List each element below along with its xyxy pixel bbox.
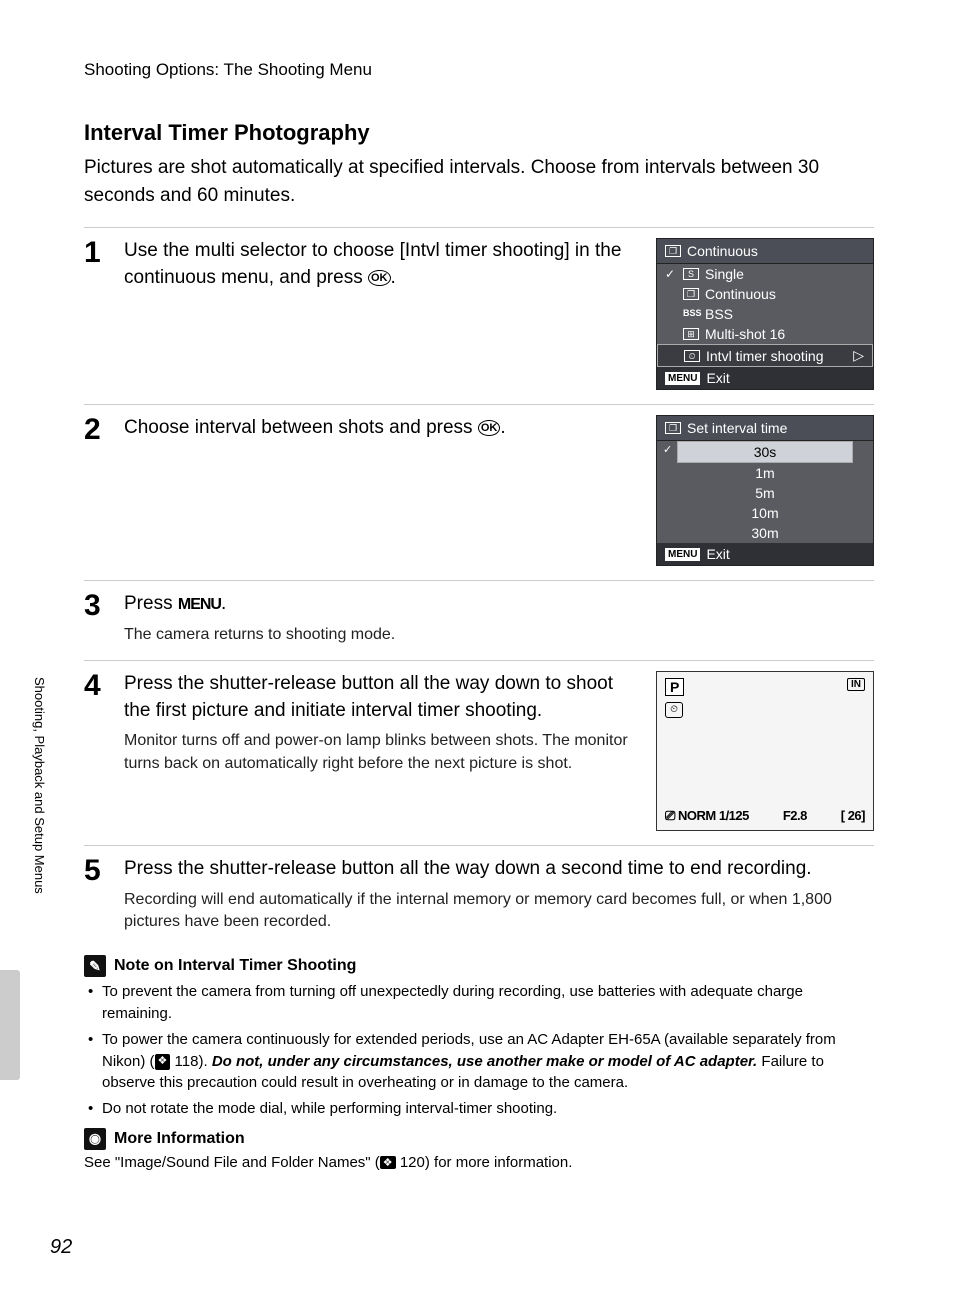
note-icon [84, 955, 106, 977]
aperture-info: F2.8 [783, 808, 807, 824]
ref-icon: ❖ [155, 1054, 171, 1070]
step-subtext: Monitor turns off and power-on lamp blin… [124, 730, 636, 775]
exit-label: Exit [706, 546, 729, 562]
continuous-icon: ❐ [683, 288, 699, 300]
screen-header: ❐ Continuous [657, 239, 873, 264]
screen-footer: MENU Exit [657, 543, 873, 565]
menu-word: MENU [178, 596, 221, 613]
breadcrumb: Shooting Options: The Shooting Menu [84, 60, 874, 80]
step-number: 4 [84, 671, 124, 831]
continuous-icon: ❐ [665, 422, 681, 434]
step-text-a: Choose interval between shots and press [124, 417, 478, 438]
status-bar: ⎚ NORM 1/125 F2.8 [ 26] [665, 808, 865, 824]
in-badge: IN [847, 678, 865, 691]
multishot-icon: ⊞ [683, 328, 699, 340]
menu-badge: MENU [665, 372, 700, 385]
exit-label: Exit [706, 370, 729, 386]
interval-30s-selected: 30s [677, 441, 853, 463]
thumb-tab [0, 970, 20, 1080]
step-number: 1 [84, 238, 124, 390]
step-text: Press the shutter-release button all the… [124, 671, 636, 724]
menu-item-single: SSingle [657, 264, 873, 284]
step-4: 4 Press the shutter-release button all t… [84, 661, 874, 846]
warning-bold: Do not, under any circumstances, use ano… [212, 1053, 757, 1070]
interval-30m: 30m [657, 523, 873, 543]
more-info-title: More Information [114, 1130, 245, 1148]
step-number: 5 [84, 856, 124, 933]
info-icon [84, 1128, 106, 1150]
interval-menu-screen: ❐ Set interval time ✓ 30s 1m 5m 10m 30m M… [656, 415, 874, 566]
menu-item-intvl-selected: ⏲Intvl timer shooting▷ [657, 344, 873, 367]
menu-badge: MENU [665, 548, 700, 561]
note-bullet-2: To power the camera continuously for ext… [102, 1029, 874, 1094]
timer-icon: ⏲ [665, 702, 683, 718]
step-5: 5 Press the shutter-release button all t… [84, 846, 874, 947]
shooting-display-screen: P IN ⏲ ⎚ NORM 1/125 F2.8 [ 26] [656, 671, 874, 831]
step-text: Press the shutter-release button all the… [124, 856, 864, 883]
step-text-b: . [500, 417, 505, 438]
intro-text: Pictures are shot automatically at speci… [84, 154, 874, 209]
step-subtext: The camera returns to shooting mode. [124, 624, 864, 646]
note-block: Note on Interval Timer Shooting To preve… [84, 955, 874, 1150]
step-3: 3 Press MENU. The camera returns to shoo… [84, 581, 874, 661]
continuous-icon: ❐ [665, 245, 681, 257]
ok-icon: OK [368, 270, 391, 286]
screen-footer: MENU Exit [657, 367, 873, 389]
section-tab: Shooting, Playback and Setup Menus [25, 640, 47, 930]
note-bullet-3: Do not rotate the mode dial, while perfo… [102, 1098, 874, 1120]
shutter-info: ⎚ NORM 1/125 [665, 808, 749, 824]
note-list: To prevent the camera from turning off u… [84, 981, 874, 1120]
interval-1m: 1m [657, 463, 873, 483]
step-number: 2 [84, 415, 124, 566]
bss-icon: BSS [683, 308, 699, 320]
ok-icon: OK [478, 420, 501, 436]
more-info-heading: More Information [84, 1128, 874, 1150]
menu-item-continuous: ❐Continuous [657, 284, 873, 304]
step-text-b: . [221, 593, 226, 614]
single-icon: S [683, 268, 699, 280]
note-title: Note on Interval Timer Shooting [114, 957, 356, 975]
mode-p-icon: P [665, 678, 684, 696]
interval-10m: 10m [657, 503, 873, 523]
step-text-a: Press [124, 593, 178, 614]
step-text-b: . [391, 267, 396, 288]
note-heading: Note on Interval Timer Shooting [84, 955, 874, 977]
step-text: Use the multi selector to choose [Intvl … [124, 238, 636, 291]
step-2: 2 Choose interval between shots and pres… [84, 405, 874, 581]
step-1: 1 Use the multi selector to choose [Intv… [84, 228, 874, 405]
step-text: Press MENU. [124, 591, 864, 618]
ref-icon: ❖ [380, 1156, 396, 1169]
page-number: 92 [50, 1236, 72, 1259]
manual-page: Shooting Options: The Shooting Menu Inte… [0, 0, 954, 1314]
chevron-right-icon: ▷ [853, 347, 864, 364]
continuous-menu-screen: ❐Continuous SSingle ❐Continuous BSSBSS ⊞… [656, 238, 874, 390]
page-title: Interval Timer Photography [84, 120, 874, 146]
step-text: Choose interval between shots and press … [124, 415, 636, 442]
check-icon: ✓ [663, 443, 672, 456]
more-info-text: See "Image/Sound File and Folder Names" … [84, 1154, 874, 1171]
frames-info: [ 26] [841, 808, 865, 824]
screen-title: Set interval time [687, 420, 787, 436]
menu-item-bss: BSSBSS [657, 304, 873, 324]
step-number: 3 [84, 591, 124, 646]
screen-header: ❐ Set interval time [657, 416, 873, 441]
step-subtext: Recording will end automatically if the … [124, 889, 864, 934]
note-bullet-1: To prevent the camera from turning off u… [102, 981, 874, 1025]
menu-item-multishot: ⊞Multi-shot 16 [657, 324, 873, 344]
screen-title: Continuous [687, 243, 758, 259]
interval-5m: 5m [657, 483, 873, 503]
timer-icon: ⏲ [684, 350, 700, 362]
